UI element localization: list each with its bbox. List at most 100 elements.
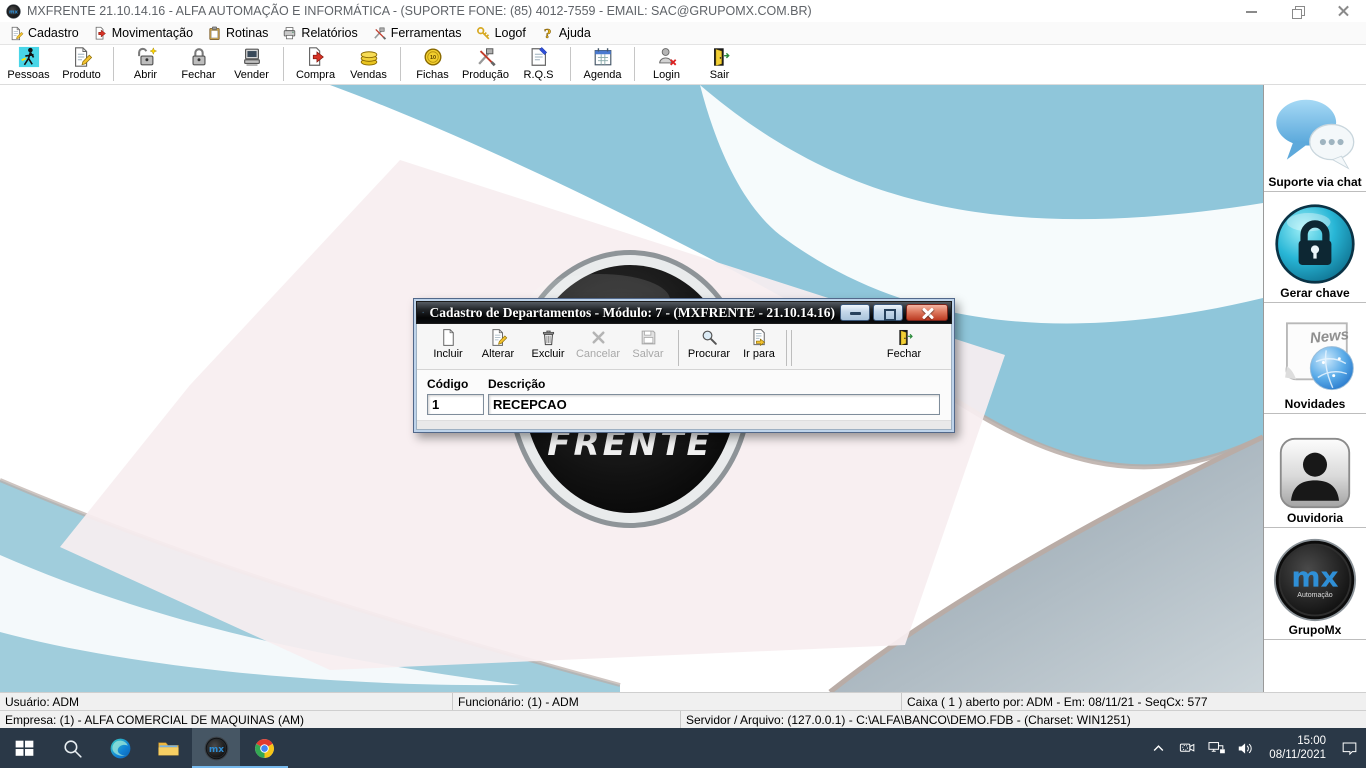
toolbar-sair-button[interactable]: Sair: [693, 45, 746, 84]
status-empresa: Empresa: (1) - ALFA COMERCIAL DE MAQUINA…: [0, 711, 681, 728]
window-close-button[interactable]: [1320, 0, 1366, 22]
menu-label: Ferramentas: [391, 26, 462, 40]
goto-doc-icon: [750, 328, 769, 347]
toolbar-produto-button[interactable]: Produto: [55, 45, 108, 84]
dialog-close-button[interactable]: [906, 304, 948, 321]
sidebar-item-grupomx[interactable]: mx Automação GrupoMx: [1264, 528, 1366, 640]
window-titlebar: MXFRENTE 21.10.14.16 - ALFA AUTOMAÇÃO E …: [0, 0, 1366, 22]
action-center-button[interactable]: [1335, 728, 1364, 768]
person-x-icon: [656, 46, 678, 68]
tray-network-button[interactable]: [1202, 728, 1231, 768]
menu-cadastro[interactable]: Cadastro: [2, 22, 86, 44]
dialog-toolbar-separator: [678, 330, 679, 366]
taskbar-edge-button[interactable]: [96, 728, 144, 768]
menu-movimentacao[interactable]: Movimentação: [86, 22, 200, 44]
form-pen-icon: [528, 46, 550, 68]
svg-text:mx: mx: [1291, 561, 1338, 594]
toolbar-separator: [634, 47, 635, 81]
menu-label: Logof: [495, 26, 526, 40]
dialog-body: Incluir Alterar Excluir Cancelar Salvar …: [416, 324, 952, 430]
trash-icon: [539, 328, 558, 347]
toolbar-pessoas-button[interactable]: Pessoas: [2, 45, 55, 84]
menu-label: Movimentação: [112, 26, 193, 40]
sidebar-item-suporte-chat[interactable]: Suporte via chat: [1264, 85, 1366, 192]
svg-text:10: 10: [429, 55, 435, 61]
toolbar-separator: [113, 47, 114, 81]
sidebar-item-novidades[interactable]: News Novidades: [1264, 303, 1366, 414]
exit-door-icon: [709, 46, 731, 68]
fechar-button[interactable]: Fechar: [879, 327, 929, 369]
procurar-button[interactable]: Procurar: [684, 327, 734, 369]
sidebar-item-ouvidoria[interactable]: Ouvidoria: [1264, 414, 1366, 528]
person-walk-icon: [18, 46, 40, 68]
meet-now-icon: [1178, 739, 1197, 758]
toolbar-fichas-button[interactable]: 10 Fichas: [406, 45, 459, 84]
dialog-minimize-button[interactable]: [840, 304, 870, 321]
ir-para-button[interactable]: Ir para: [734, 327, 784, 369]
incluir-button[interactable]: Incluir: [423, 327, 473, 369]
tools-icon: [475, 46, 497, 68]
toolbar-producao-button[interactable]: Produção: [459, 45, 512, 84]
menubar: Cadastro Movimentação Rotinas Relatórios…: [0, 22, 1366, 45]
dialog-title: Cadastro de Departamentos - Módulo: 7 - …: [430, 305, 835, 321]
volume-icon: [1236, 739, 1255, 758]
tray-volume-button[interactable]: [1231, 728, 1260, 768]
app-window: MXFRENTE 21.10.14.16 - ALFA AUTOMAÇÃO E …: [0, 0, 1366, 768]
dialog-toolbar-separator: [786, 330, 787, 366]
coin-10-icon: 10: [422, 46, 444, 68]
cancel-x-icon: [589, 328, 608, 347]
toolbar-vendas-button[interactable]: Vendas: [342, 45, 395, 84]
register-icon: [241, 46, 263, 68]
window-restore-button[interactable]: [1274, 0, 1320, 22]
taskbar-clock[interactable]: 15:00 08/11/2021: [1260, 734, 1335, 762]
dialog-footer: [417, 420, 951, 429]
menu-ferramentas[interactable]: Ferramentas: [365, 22, 469, 44]
toolbar-separator: [283, 47, 284, 81]
dialog-maximize-button[interactable]: [873, 304, 903, 321]
lock-closed-icon: [188, 46, 210, 68]
toolbar-rqs-button[interactable]: R.Q.S: [512, 45, 565, 84]
window-minimize-button[interactable]: [1228, 0, 1274, 22]
grupomx-logo-icon: mx Automação: [1273, 538, 1357, 622]
excluir-button[interactable]: Excluir: [523, 327, 573, 369]
product-doc-icon: [71, 46, 93, 68]
codigo-input[interactable]: [427, 394, 484, 415]
toolbar-login-button[interactable]: Login: [640, 45, 693, 84]
menu-rotinas[interactable]: Rotinas: [200, 22, 275, 44]
menu-relatorios[interactable]: Relatórios: [275, 22, 364, 44]
window-controls: [1228, 0, 1366, 22]
taskbar-chrome-button[interactable]: [240, 728, 288, 768]
taskbar-explorer-button[interactable]: [144, 728, 192, 768]
relatorios-icon: [282, 26, 297, 41]
taskbar-mxfrente-button[interactable]: [192, 728, 240, 768]
alterar-button[interactable]: Alterar: [473, 327, 523, 369]
toolbar-agenda-button[interactable]: Agenda: [576, 45, 629, 84]
workspace: FRENTE Cadastro de Departamentos - Módul…: [0, 85, 1263, 692]
toolbar-separator: [400, 47, 401, 81]
tray-chevron-button[interactable]: [1144, 728, 1173, 768]
menu-ajuda[interactable]: Ajuda: [533, 22, 598, 44]
main-toolbar: Pessoas Produto Abrir Fechar Vender Comp…: [0, 45, 1366, 85]
descricao-input[interactable]: [488, 394, 940, 415]
statusbar-row-1: Usuário: ADM Funcionário: (1) - ADM Caix…: [0, 692, 1366, 710]
toolbar-compra-button[interactable]: Compra: [289, 45, 342, 84]
sidebar-item-gerar-chave[interactable]: Gerar chave: [1264, 192, 1366, 303]
toolbar-vender-button[interactable]: Vender: [225, 45, 278, 84]
dialog-toolbar: Incluir Alterar Excluir Cancelar Salvar …: [417, 324, 951, 370]
dialog-titlebar[interactable]: Cadastro de Departamentos - Módulo: 7 - …: [416, 301, 952, 324]
toolbar-abrir-button[interactable]: Abrir: [119, 45, 172, 84]
salvar-button: Salvar: [623, 327, 673, 369]
menu-logof[interactable]: Logof: [469, 22, 533, 44]
start-button[interactable]: [0, 728, 48, 768]
taskbar-search-button[interactable]: [48, 728, 96, 768]
menu-label: Ajuda: [559, 26, 591, 40]
menu-label: Cadastro: [28, 26, 79, 40]
close-door-icon: [895, 328, 914, 347]
doc-arrow-icon: [305, 46, 327, 68]
clock-date: 08/11/2021: [1269, 748, 1326, 762]
edge-icon: [108, 736, 133, 761]
toolbar-fechar-button[interactable]: Fechar: [172, 45, 225, 84]
menu-label: Relatórios: [301, 26, 357, 40]
calendar-icon: [592, 46, 614, 68]
tray-meet-now-button[interactable]: [1173, 728, 1202, 768]
